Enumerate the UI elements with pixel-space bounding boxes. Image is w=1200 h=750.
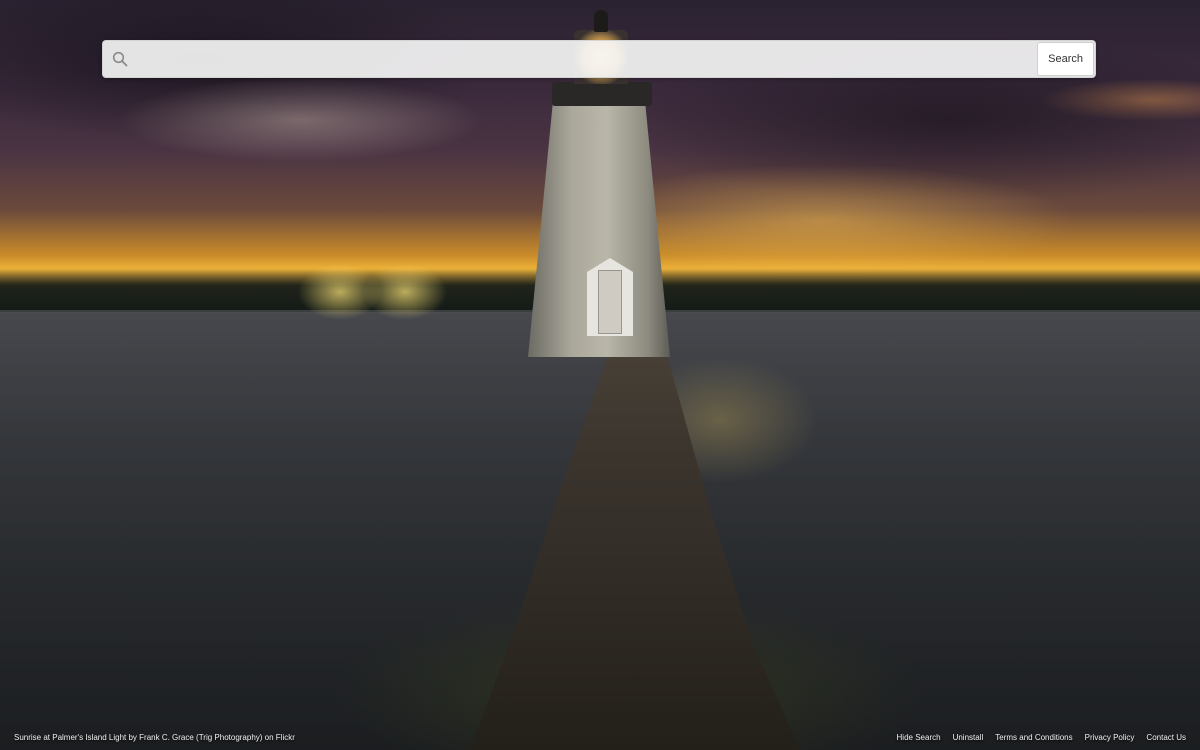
terms-link[interactable]: Terms and Conditions xyxy=(995,733,1072,742)
search-button[interactable]: Search xyxy=(1037,42,1094,76)
search-input[interactable] xyxy=(137,41,1038,77)
search-icon xyxy=(103,41,137,77)
lighthouse-cap xyxy=(594,10,608,32)
privacy-link[interactable]: Privacy Policy xyxy=(1085,733,1135,742)
photo-credit: Sunrise at Palmer's Island Light by Fran… xyxy=(14,732,295,742)
lighthouse-gallery xyxy=(552,82,652,106)
background-photo xyxy=(0,0,1200,750)
search-bar: Search xyxy=(102,40,1096,78)
hide-search-link[interactable]: Hide Search xyxy=(897,733,941,742)
lighthouse-door xyxy=(598,270,622,334)
footer-links: Hide Search Uninstall Terms and Conditio… xyxy=(897,733,1186,742)
uninstall-link[interactable]: Uninstall xyxy=(953,733,984,742)
contact-link[interactable]: Contact Us xyxy=(1146,733,1186,742)
footer-bar: Sunrise at Palmer's Island Light by Fran… xyxy=(0,724,1200,750)
